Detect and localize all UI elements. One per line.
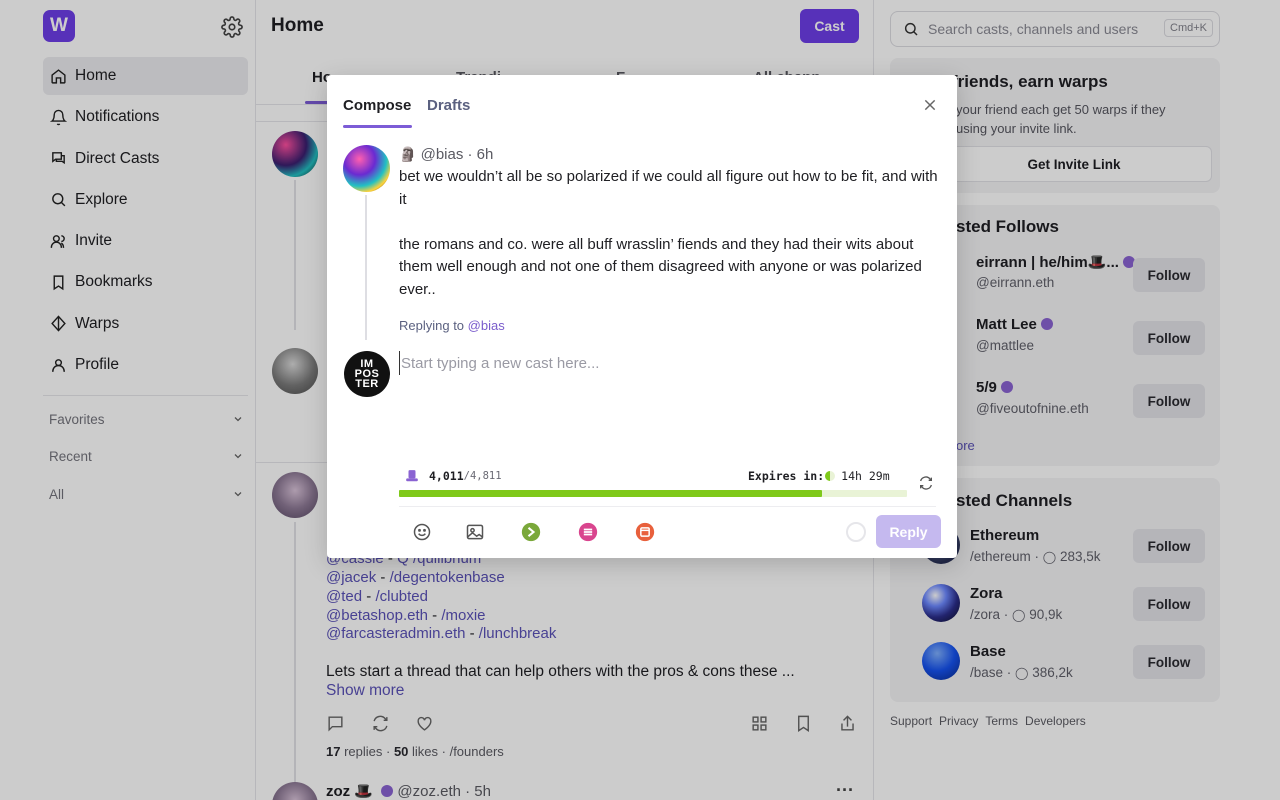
- poll-app-icon[interactable]: [578, 522, 598, 542]
- warp-progress-fill: [399, 490, 823, 497]
- divider: [399, 506, 936, 507]
- compose-modal: Compose Drafts 🗿 @bias · 6h bet we would…: [327, 75, 957, 558]
- expires-label: Expires in:: [748, 469, 825, 483]
- warps-used: 4,011: [429, 469, 464, 483]
- thread-line: [365, 195, 367, 340]
- image-icon[interactable]: [465, 522, 485, 542]
- cast-input[interactable]: [399, 351, 919, 375]
- frame-app-icon[interactable]: [521, 522, 541, 542]
- expires-indicator: Expires in: 14h 29m: [748, 469, 890, 483]
- emoji-icon[interactable]: [412, 522, 432, 542]
- parent-author-avatar[interactable]: [343, 145, 390, 192]
- my-avatar[interactable]: IM POS TER: [344, 351, 390, 397]
- timer-icon: [825, 471, 836, 481]
- tab-compose[interactable]: Compose: [343, 97, 411, 114]
- reply-button[interactable]: Reply: [876, 515, 941, 548]
- event-app-icon[interactable]: [635, 522, 655, 542]
- tab-drafts[interactable]: Drafts: [427, 97, 470, 114]
- moai-icon: 🗿: [399, 146, 417, 162]
- expires-time: 14h 29m: [841, 469, 890, 483]
- refresh-icon[interactable]: [918, 475, 934, 491]
- parent-author-handle: @bias · 6h: [420, 146, 494, 163]
- parent-cast-text: bet we wouldn’t all be so polarized if w…: [399, 168, 938, 298]
- tab-underline: [343, 125, 412, 128]
- warp-hat-icon: [406, 470, 418, 482]
- close-icon[interactable]: [922, 97, 938, 113]
- replying-label: Replying to: [399, 318, 468, 333]
- warps-counter: 4,011/4,811: [405, 469, 502, 483]
- warp-progress-bar: [399, 490, 907, 497]
- parent-author[interactable]: 🗿 @bias · 6h: [399, 146, 493, 163]
- replying-to-user[interactable]: @bias: [468, 318, 505, 333]
- replying-to: Replying to @bias: [399, 318, 505, 333]
- character-count-ring: [846, 522, 866, 542]
- warps-total: /4,811: [463, 470, 502, 482]
